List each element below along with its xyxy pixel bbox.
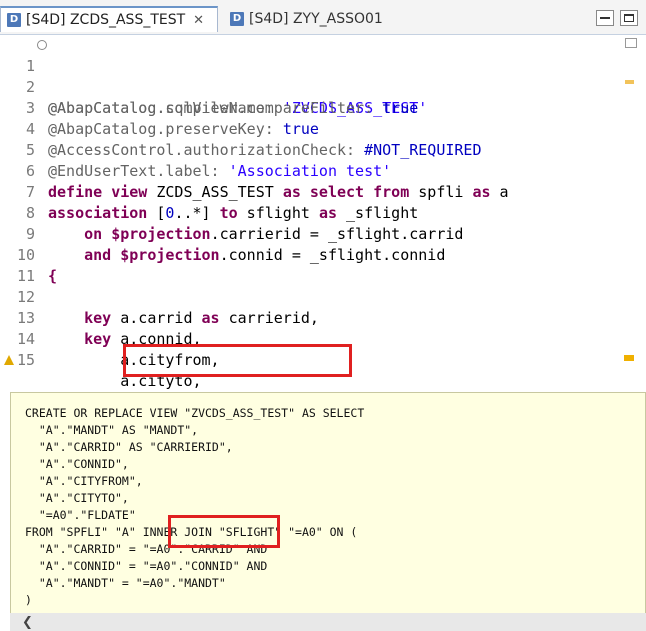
code-line[interactable]: 15 a.cityto,	[0, 329, 646, 390]
tab-zyy-asso01[interactable]: D [S4D] ZYY_ASSO01	[224, 6, 396, 32]
sql-line: "A"."CARRID" AS "CARRIERID",	[25, 440, 233, 454]
code-line[interactable]: 13 key a.connid,	[0, 287, 646, 348]
minimize-button[interactable]	[596, 10, 614, 26]
sql-line: "A"."CITYFROM",	[25, 474, 143, 488]
close-icon[interactable]: ✕	[193, 13, 204, 28]
horizontal-scrollbar[interactable]: ❮	[10, 613, 646, 631]
sql-line: )	[25, 593, 32, 607]
sql-line: "A"."CARRID" = "=A0"."CARRID" AND	[25, 542, 268, 556]
sql-line: CREATE OR REPLACE VIEW "ZVCDS_ASS_TEST" …	[25, 406, 365, 420]
code-line[interactable]: 9 and $projection.connid = _sflight.conn…	[0, 203, 646, 264]
sql-line: "A"."MANDT" = "=A0"."MANDT"	[25, 576, 226, 590]
code-line[interactable]: 3 @AbapCatalog.preserveKey: true	[0, 77, 646, 138]
overview-ruler-marker[interactable]	[625, 80, 634, 84]
sql-line: "=A0"."FLDATE"	[25, 508, 136, 522]
code-line[interactable]: 7 association [0..*] to sflight as _sfli…	[0, 161, 646, 222]
sql-line: FROM "SPFLI" "A" INNER JOIN "SFLIGHT" "=…	[25, 525, 358, 539]
code-line[interactable]: 10 {	[0, 224, 646, 285]
code-line[interactable]: 1 @AbapCatalog.sqlViewName: 'ZVCDS_ASS_T…	[0, 35, 646, 117]
fold-icon[interactable]	[37, 40, 47, 50]
code-editor[interactable]: 1 @AbapCatalog.sqlViewName: 'ZVCDS_ASS_T…	[0, 34, 646, 432]
warning-icon[interactable]	[4, 355, 14, 365]
scroll-left-icon[interactable]: ❮	[22, 615, 33, 630]
ddl-source-icon: D	[230, 12, 244, 26]
tab-zcds-ass-test[interactable]: D [S4D] ZCDS_ASS_TEST ✕	[0, 6, 218, 32]
code-line[interactable]: 8 on $projection.carrierid = _sflight.ca…	[0, 182, 646, 243]
sql-create-statement-popup: CREATE OR REPLACE VIEW "ZVCDS_ASS_TEST" …	[10, 392, 646, 631]
code-line[interactable]: 17 }	[0, 371, 646, 432]
code-line[interactable]: 16 _sflight[inner].fldate	[0, 350, 646, 432]
code-line[interactable]: 2 @AbapCatalog.compiler.compareFilter: t…	[0, 56, 646, 117]
code-line[interactable]: 5 @EndUserText.label: 'Association test'	[0, 119, 646, 180]
code-line[interactable]: 12 key a.carrid as carrierid,	[0, 266, 646, 327]
tab-label: [S4D] ZCDS_ASS_TEST	[26, 12, 186, 28]
ddl-source-icon: D	[7, 13, 21, 27]
sql-line: "A"."MANDT" AS "MANDT",	[25, 423, 199, 437]
tab-label: [S4D] ZYY_ASSO01	[249, 11, 383, 27]
code-line[interactable]: 11	[0, 245, 646, 285]
editor-tab-bar: D [S4D] ZCDS_ASS_TEST ✕ D [S4D] ZYY_ASSO…	[0, 0, 646, 34]
code-line[interactable]: 14 a.cityfrom,	[0, 308, 646, 369]
overview-ruler-warning[interactable]	[624, 355, 634, 361]
sql-line: "A"."CONNID",	[25, 457, 129, 471]
sql-line: "A"."CITYTO",	[25, 491, 129, 505]
maximize-button[interactable]	[620, 10, 638, 26]
sql-line: "A"."CONNID" = "=A0"."CONNID" AND	[25, 559, 268, 573]
code-line[interactable]: 4 @AccessControl.authorizationCheck: #NO…	[0, 98, 646, 159]
code-line[interactable]: 6 define view ZCDS_ASS_TEST as select fr…	[0, 140, 646, 201]
